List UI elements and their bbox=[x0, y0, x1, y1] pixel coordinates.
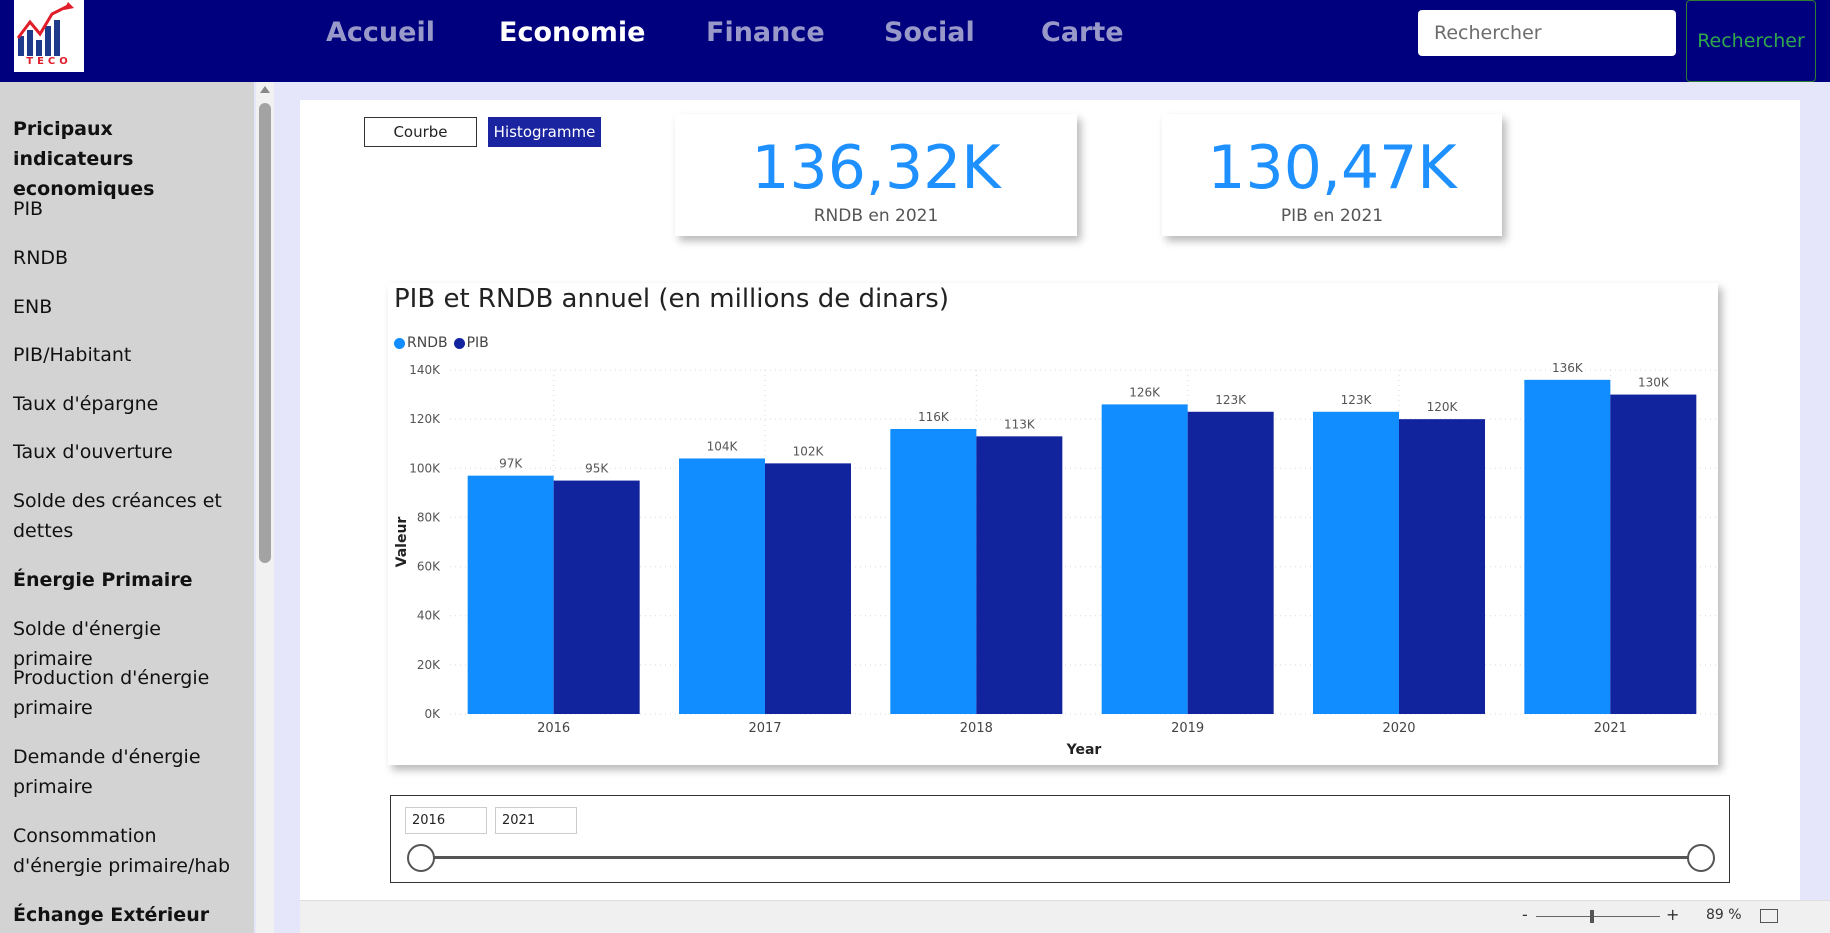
slicer-start-handle[interactable] bbox=[407, 844, 435, 872]
data-label: 123K bbox=[1341, 393, 1373, 407]
sidebar-item-pib-habitant[interactable]: PIB/Habitant bbox=[13, 340, 238, 370]
y-tick-label: 40K bbox=[417, 609, 441, 623]
x-tick-label: 2018 bbox=[960, 721, 993, 736]
zoom-in-button[interactable]: + bbox=[1666, 905, 1679, 924]
nav-carte[interactable]: Carte bbox=[1041, 17, 1124, 48]
data-label: 97K bbox=[499, 457, 523, 471]
zoom-level: 89 % bbox=[1706, 907, 1742, 923]
fit-to-page-icon[interactable] bbox=[1760, 909, 1778, 923]
year-range-slicer: 2016 2021 bbox=[390, 795, 1730, 883]
bar-pib-2021 bbox=[1610, 394, 1697, 714]
data-label: 113K bbox=[1004, 417, 1036, 431]
sidebar-item-rndb[interactable]: RNDB bbox=[13, 243, 238, 273]
kpi-value-pib: 130,47K bbox=[1207, 133, 1457, 203]
kpi-label-rndb: RNDB en 2021 bbox=[813, 206, 939, 226]
zoom-slider-thumb[interactable] bbox=[1590, 910, 1594, 923]
sidebar-item-enb[interactable]: ENB bbox=[13, 292, 238, 322]
kpi-value-rndb: 136,32K bbox=[751, 133, 1001, 203]
y-tick-label: 60K bbox=[417, 560, 441, 574]
search-button[interactable]: Rechercher bbox=[1686, 0, 1816, 82]
sidebar-item-taux-ouverture[interactable]: Taux d'ouverture bbox=[13, 437, 238, 467]
report-statusbar: - + 89 % bbox=[300, 900, 1830, 933]
bar-rndb-2018 bbox=[890, 428, 977, 714]
kpi-card-rndb: 136,32K RNDB en 2021 bbox=[675, 114, 1077, 236]
data-label: 126K bbox=[1129, 385, 1161, 399]
sidebar-scrollbar-thumb[interactable] bbox=[259, 103, 271, 563]
courbe-button[interactable]: Courbe bbox=[364, 117, 477, 147]
legend-label-rndb: RNDB bbox=[407, 335, 448, 351]
y-tick-label: 100K bbox=[409, 461, 441, 475]
x-tick-label: 2020 bbox=[1382, 721, 1415, 736]
data-label: 95K bbox=[585, 462, 609, 476]
legend-label-pib: PIB bbox=[466, 335, 489, 351]
bar-rndb-2017 bbox=[679, 458, 765, 714]
data-label: 120K bbox=[1427, 400, 1459, 414]
bar-rndb-2016 bbox=[467, 475, 554, 714]
sidebar-heading-energie: Énergie Primaire bbox=[13, 569, 193, 591]
data-label: 136K bbox=[1552, 361, 1584, 375]
report-canvas: Courbe Histogramme 136,32K RNDB en 2021 … bbox=[300, 100, 1800, 900]
x-tick-label: 2016 bbox=[537, 721, 570, 736]
bar-pib-2020 bbox=[1399, 419, 1485, 714]
top-navbar: TECO Accueil Economie Finance Social Car… bbox=[0, 0, 1830, 82]
app-logo[interactable]: TECO bbox=[14, 0, 84, 72]
nav-accueil[interactable]: Accueil bbox=[326, 17, 435, 48]
slicer-end-handle[interactable] bbox=[1687, 844, 1715, 872]
sidebar-item-taux-epargne[interactable]: Taux d'épargne bbox=[13, 389, 238, 419]
legend-dot-rndb-icon bbox=[394, 337, 405, 349]
data-label: 123K bbox=[1215, 393, 1247, 407]
nav-social[interactable]: Social bbox=[884, 17, 975, 48]
x-axis-title: Year bbox=[1066, 742, 1102, 758]
legend-item-pib[interactable]: PIB bbox=[453, 335, 489, 351]
chart-legend: RNDB PIB bbox=[394, 335, 489, 351]
bar-pib-2019 bbox=[1187, 411, 1274, 714]
y-tick-label: 80K bbox=[417, 510, 441, 524]
legend-dot-pib-icon bbox=[453, 337, 465, 349]
search-input[interactable] bbox=[1418, 10, 1676, 56]
zoom-slider-track[interactable] bbox=[1536, 916, 1660, 917]
sidebar-item-demande-energie[interactable]: Demande d'énergie primaire bbox=[13, 742, 238, 802]
nav-economie[interactable]: Economie bbox=[499, 17, 645, 48]
zoom-out-button[interactable]: - bbox=[1522, 905, 1528, 924]
bar-chart-card: 0K 20K 40K 60K 80K 100K 120K 140K 97K 95K 2016 104K… bbox=[388, 283, 1718, 765]
sidebar-item-pib[interactable]: PIB bbox=[13, 194, 238, 224]
x-tick-label: 2021 bbox=[1594, 721, 1627, 736]
bar-chart: 0K 20K 40K 60K 80K 100K 120K 140K 97K 95K 2016 104K… bbox=[394, 361, 1718, 758]
sidebar: Pricipaux indicateurs economiques PIB RN… bbox=[0, 82, 254, 933]
logo-chart-icon: TECO bbox=[16, 2, 74, 67]
data-label: 130K bbox=[1638, 376, 1670, 390]
x-tick-label: 2019 bbox=[1171, 721, 1204, 736]
bar-rndb-2020 bbox=[1313, 411, 1399, 714]
bar-rndb-2019 bbox=[1101, 404, 1188, 714]
x-tick-label: 2017 bbox=[748, 721, 781, 736]
chart-title: PIB et RNDB annuel (en millions de dinar… bbox=[394, 284, 949, 314]
y-tick-label: 20K bbox=[417, 658, 441, 672]
y-tick-label: 140K bbox=[409, 363, 441, 377]
slicer-start-input[interactable]: 2016 bbox=[405, 807, 487, 834]
slicer-end-input[interactable]: 2021 bbox=[495, 807, 577, 834]
data-label: 104K bbox=[707, 439, 739, 453]
slicer-track[interactable] bbox=[421, 856, 1701, 859]
y-tick-label: 0K bbox=[424, 707, 441, 721]
bar-pib-2016 bbox=[553, 480, 640, 714]
scroll-up-arrow-icon[interactable] bbox=[260, 86, 270, 93]
histogramme-button[interactable]: Histogramme bbox=[488, 117, 601, 147]
legend-item-rndb[interactable]: RNDB bbox=[394, 335, 448, 351]
bar-pib-2017 bbox=[765, 463, 851, 714]
sidebar-heading-echange: Échange Extérieur bbox=[13, 904, 210, 926]
kpi-card-pib: 130,47K PIB en 2021 bbox=[1162, 114, 1502, 236]
sidebar-item-solde-creances[interactable]: Solde des créances et dettes bbox=[13, 486, 238, 546]
y-axis-title: Valeur bbox=[394, 517, 410, 568]
sidebar-item-consommation-energie[interactable]: Consommation d'énergie primaire/hab bbox=[13, 821, 238, 881]
kpi-label-pib: PIB en 2021 bbox=[1280, 206, 1384, 226]
data-label: 102K bbox=[793, 444, 825, 458]
bar-rndb-2021 bbox=[1524, 379, 1611, 714]
bar-pib-2018 bbox=[976, 436, 1063, 714]
y-tick-label: 120K bbox=[409, 412, 441, 426]
svg-text:TECO: TECO bbox=[26, 56, 72, 67]
sidebar-heading-indicateurs: Pricipaux indicateurs economiques bbox=[13, 118, 155, 200]
sidebar-item-production-energie[interactable]: Production d'énergie primaire bbox=[13, 663, 238, 723]
data-label: 116K bbox=[918, 410, 950, 424]
nav-finance[interactable]: Finance bbox=[706, 17, 825, 48]
